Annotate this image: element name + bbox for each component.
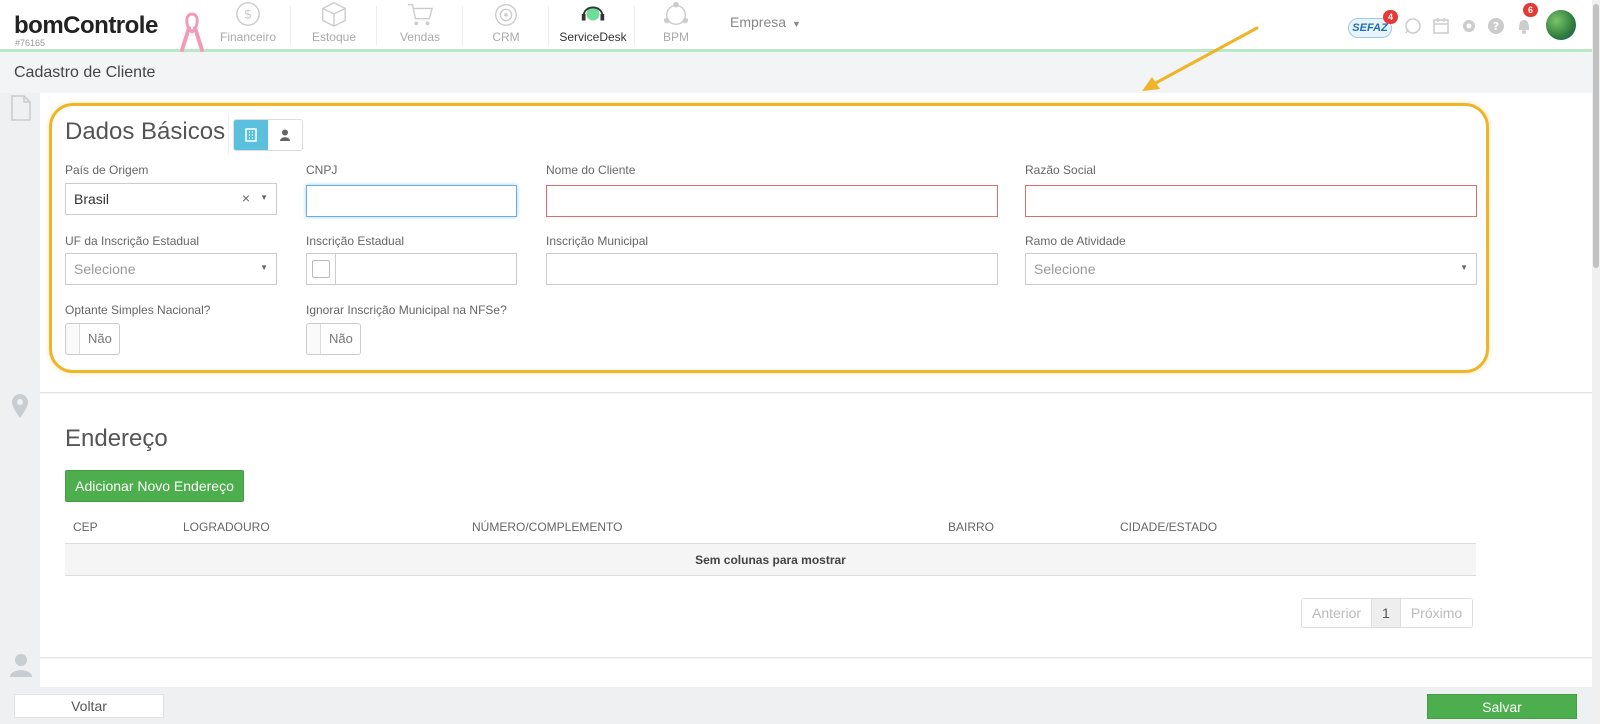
company-label: Empresa (730, 14, 787, 30)
state-registration-input[interactable] (337, 254, 515, 284)
column-header[interactable]: CIDADE/ESTADO (1120, 520, 1217, 534)
nav-label: ServiceDesk (559, 30, 627, 44)
top-navigation-bar: bomControle #76165 $ Financeiro Estoque … (0, 0, 1600, 52)
map-pin-icon (12, 394, 28, 418)
company-name-label: Razão Social (1025, 163, 1096, 177)
country-select[interactable]: Brasil × ▼ (65, 183, 277, 215)
ignore-municipal-value: Não (329, 331, 353, 346)
cnpj-input[interactable] (306, 185, 517, 217)
back-button[interactable]: Voltar (14, 694, 164, 718)
box-icon (322, 2, 346, 27)
simples-toggle[interactable]: Não (65, 323, 120, 355)
basic-data-title: Dados Básicos (65, 118, 226, 145)
nav-label: Estoque (311, 30, 357, 44)
clear-icon[interactable]: × (242, 190, 250, 206)
ignore-municipal-toggle[interactable]: Não (306, 323, 361, 355)
contacts-section (40, 659, 1592, 687)
client-name-label: Nome do Cliente (546, 163, 636, 177)
dollar-icon: $ (236, 2, 260, 26)
nav-financeiro[interactable]: $ Financeiro (218, 0, 278, 50)
individual-type-button[interactable] (268, 120, 302, 150)
building-icon (245, 128, 257, 142)
footer-bar: Voltar Salvar (0, 687, 1592, 724)
country-value: Brasil (74, 191, 110, 207)
nav-servicedesk[interactable]: ServiceDesk (555, 0, 631, 50)
simples-label: Optante Simples Nacional? (65, 303, 211, 317)
sefaz-badge: 4 (1383, 10, 1398, 24)
user-avatar[interactable] (1546, 10, 1576, 40)
empty-table-message: Sem colunas para mostrar (65, 544, 1476, 576)
column-header[interactable]: CEP (73, 520, 98, 534)
state-registration-exempt-checkbox[interactable] (312, 260, 330, 278)
nav-label: CRM (492, 30, 520, 44)
company-name-input[interactable] (1025, 185, 1477, 217)
activity-select[interactable]: Selecione ▼ (1025, 253, 1477, 285)
page-header: Cadastro de Cliente (0, 55, 1592, 93)
svg-text:$: $ (244, 8, 252, 23)
nav-label: Vendas (399, 30, 441, 44)
column-header[interactable]: LOGRADOURO (183, 520, 270, 534)
chevron-down-icon: ▼ (792, 19, 801, 29)
bell-icon[interactable] (1514, 16, 1534, 36)
country-label: País de Origem (65, 163, 149, 177)
section-rail (0, 93, 40, 687)
annotation-arrow (1142, 26, 1259, 91)
municipal-registration-label: Inscrição Municipal (546, 234, 649, 248)
state-registration-group (306, 253, 517, 285)
address-title: Endereço (65, 425, 168, 452)
nav-label: BPM (662, 30, 689, 44)
nav-bpm[interactable]: BPM (646, 0, 706, 50)
chevron-down-icon: ▼ (1460, 263, 1468, 272)
pink-ribbon-icon (180, 12, 204, 52)
nav-crm[interactable]: CRM (476, 0, 536, 50)
help-icon[interactable]: ? (1486, 16, 1506, 36)
nav-estoque[interactable]: Estoque (304, 0, 364, 50)
network-icon (663, 1, 689, 25)
simples-value: Não (88, 331, 112, 346)
ignore-municipal-label: Ignorar Inscrição Municipal na NFSe? (306, 303, 507, 317)
add-address-button[interactable]: Adicionar Novo Endereço (65, 470, 244, 502)
whatsapp-icon[interactable] (1403, 16, 1423, 36)
uf-select[interactable]: Selecione ▼ (65, 253, 277, 285)
uf-label: UF da Inscrição Estadual (65, 234, 200, 248)
chevron-down-icon: ▼ (260, 263, 268, 272)
activity-label: Ramo de Atividade (1025, 234, 1126, 248)
nav-label: Financeiro (219, 30, 277, 44)
state-registration-label: Inscrição Estadual (306, 234, 405, 248)
municipal-registration-input[interactable] (546, 253, 998, 285)
column-header[interactable]: NÚMERO/COMPLEMENTO (472, 520, 622, 534)
activity-placeholder: Selecione (1034, 261, 1096, 277)
app-logo[interactable]: bomControle (14, 12, 158, 40)
page-title: Cadastro de Cliente (14, 64, 156, 81)
client-name-input[interactable] (546, 185, 998, 217)
save-button[interactable]: Salvar (1427, 694, 1577, 719)
person-type-toggle (233, 119, 303, 151)
uf-placeholder: Selecione (74, 261, 136, 277)
notifications-badge: 6 (1523, 3, 1538, 17)
cart-icon (407, 3, 434, 26)
column-header[interactable]: BAIRRO (948, 520, 994, 534)
nav-vendas[interactable]: Vendas (390, 0, 450, 50)
prev-page-button[interactable]: Anterior (1302, 599, 1373, 627)
account-id: #76165 (15, 38, 46, 48)
next-page-button[interactable]: Próximo (1400, 599, 1473, 627)
target-icon (495, 3, 517, 26)
company-dropdown[interactable]: Empresa ▼ (730, 14, 801, 30)
svg-text:?: ? (1493, 20, 1499, 33)
company-type-button[interactable] (234, 120, 268, 150)
person-icon (280, 129, 290, 141)
current-page[interactable]: 1 (1372, 599, 1401, 627)
chevron-down-icon: ▼ (260, 193, 268, 202)
pagination: Anterior 1 Próximo (1301, 598, 1474, 628)
user-icon (10, 654, 32, 677)
headset-icon (581, 6, 605, 21)
calendar-icon[interactable] (1431, 16, 1451, 36)
sefaz-label: SEFAZ (1352, 22, 1388, 34)
vertical-scrollbar[interactable] (1592, 0, 1600, 724)
document-icon (11, 95, 31, 121)
cnpj-label: CNPJ (306, 163, 338, 177)
gear-icon[interactable] (1459, 16, 1479, 36)
